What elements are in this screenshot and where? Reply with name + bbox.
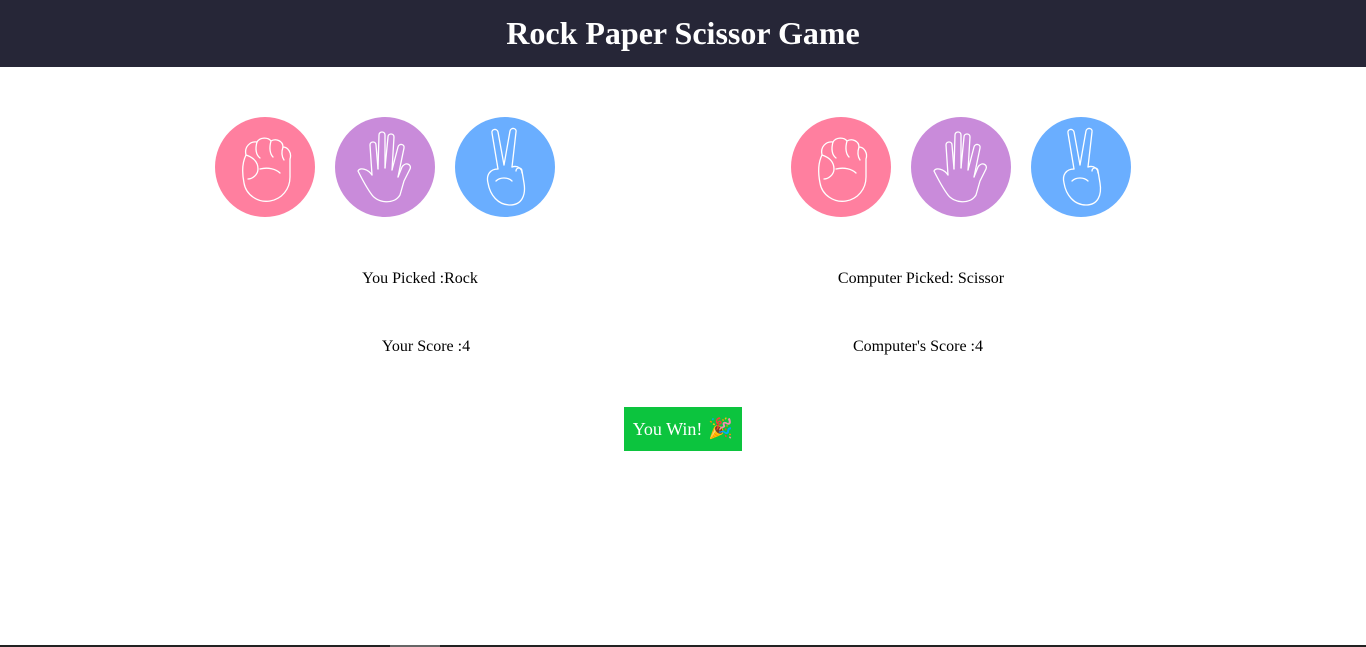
result-label: You Win! (632, 418, 703, 439)
open-hand-icon (357, 131, 412, 203)
player-rock-button[interactable] (215, 117, 315, 217)
fist-icon (242, 137, 292, 202)
player-choices (215, 117, 555, 217)
computer-paper-button[interactable] (911, 117, 1011, 217)
fist-icon (818, 137, 868, 202)
computer-score-label: Computer's Score :4 (853, 338, 983, 355)
player-picked-label: You Picked :Rock (362, 270, 478, 287)
computer-choices (791, 117, 1131, 217)
peace-hand-icon (486, 127, 526, 206)
player-paper-button[interactable] (335, 117, 435, 217)
page-title: Rock Paper Scissor Game (506, 15, 860, 51)
player-scissor-button[interactable] (455, 117, 555, 217)
page-header: Rock Paper Scissor Game (0, 0, 1366, 67)
party-popper-icon: 🎉 (708, 418, 734, 440)
player-score-label: Your Score :4 (381, 338, 471, 355)
computer-picked-label: Computer Picked: Scissor (837, 270, 1005, 287)
computer-rock-button[interactable] (791, 117, 891, 217)
peace-hand-icon (1062, 127, 1102, 206)
result-button[interactable]: You Win! 🎉 (624, 407, 742, 451)
computer-scissor-button[interactable] (1031, 117, 1131, 217)
open-hand-icon (933, 131, 988, 203)
